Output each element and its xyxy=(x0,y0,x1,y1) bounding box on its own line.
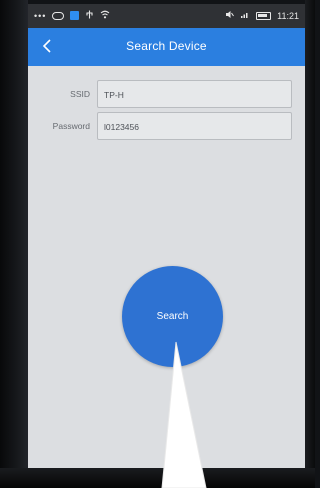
battery-icon xyxy=(256,11,272,20)
status-right-icons: 11:21 xyxy=(225,10,299,21)
status-left-icons: ••• xyxy=(34,10,110,21)
page-title: Search Device xyxy=(126,39,207,53)
phone-bezel-bottom xyxy=(0,468,315,488)
app-bar: Search Device xyxy=(28,28,305,66)
cloud-icon xyxy=(52,11,65,20)
app-icon xyxy=(70,11,80,20)
password-field[interactable]: l0123456 xyxy=(97,112,292,140)
wifi-icon xyxy=(100,10,110,21)
search-button-label: Search xyxy=(156,311,189,322)
mute-icon xyxy=(225,10,235,21)
more-dots-icon: ••• xyxy=(34,10,47,21)
ssid-row: SSID TP-H xyxy=(28,80,305,110)
phone-bezel-left xyxy=(0,0,28,488)
phone-bezel-right xyxy=(305,0,315,488)
password-label: Password xyxy=(52,121,90,131)
usb-icon xyxy=(85,10,94,21)
search-button[interactable]: Search xyxy=(122,266,223,367)
signal-icon xyxy=(240,10,250,21)
password-row: Password l0123456 xyxy=(28,112,305,142)
ssid-label: SSID xyxy=(70,89,90,99)
phone-screen: ••• 11:21 Search Device SSID TP-H Passwo… xyxy=(28,4,305,468)
status-time: 11:21 xyxy=(277,10,299,21)
ssid-field[interactable]: TP-H xyxy=(97,80,292,108)
status-bar: ••• 11:21 xyxy=(28,4,305,28)
